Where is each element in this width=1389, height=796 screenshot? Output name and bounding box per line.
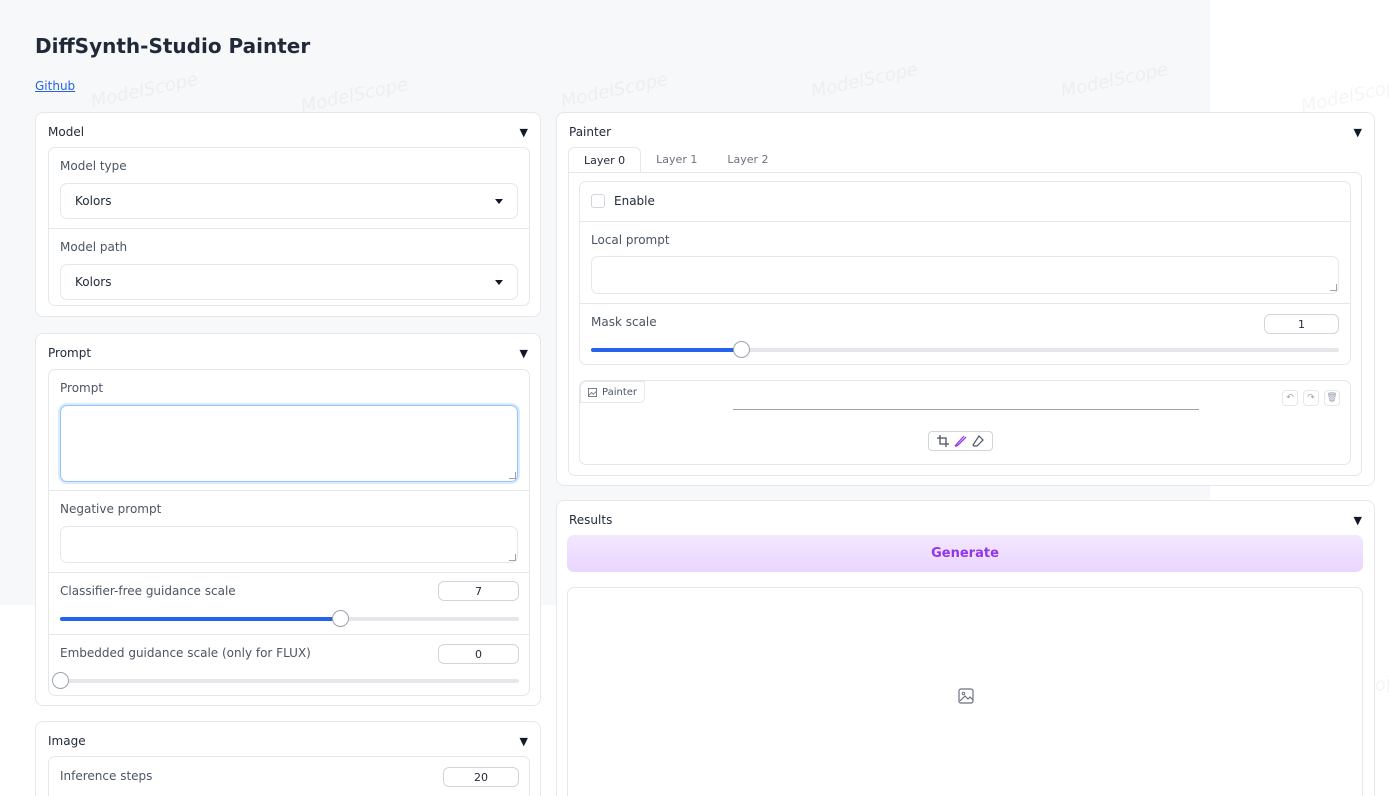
image-icon xyxy=(588,387,597,397)
model-panel-title: Model xyxy=(48,125,85,139)
mask-scale-slider-fill xyxy=(591,348,741,352)
embedded-guidance-row: Embedded guidance scale (only for FLUX) … xyxy=(49,634,529,697)
negative-prompt-row: Negative prompt xyxy=(49,490,529,572)
canvas-label: Painter xyxy=(602,386,638,398)
chevron-down-icon xyxy=(495,279,503,285)
model-group: Model type Kolors Model path Kolors xyxy=(48,147,530,306)
cfg-slider-thumb[interactable] xyxy=(331,610,349,627)
embedded-guidance-slider[interactable] xyxy=(52,672,519,689)
image-panel-title: Image xyxy=(48,734,86,748)
model-path-label: Model path xyxy=(60,240,128,254)
resize-handle-icon[interactable] xyxy=(509,554,516,561)
local-prompt-row: Local prompt xyxy=(580,221,1350,303)
model-type-dropdown[interactable]: Kolors xyxy=(60,183,518,219)
painter-panel-title: Painter xyxy=(569,125,612,139)
prompt-panel: Prompt ▼ Prompt Negative prompt Classifi… xyxy=(35,333,541,706)
layer-settings-group: Enable Local prompt Mask scale 1 xyxy=(579,181,1351,365)
negative-prompt-label: Negative prompt xyxy=(60,502,162,516)
model-panel: Model ▼ Model type Kolors Model path Kol… xyxy=(35,112,541,317)
image-icon xyxy=(958,688,974,704)
mask-scale-slider-thumb[interactable] xyxy=(732,341,750,358)
prompt-panel-header[interactable]: Prompt ▼ xyxy=(48,344,528,362)
enable-row: Enable xyxy=(580,182,1350,221)
cfg-label: Classifier-free guidance scale xyxy=(60,584,236,598)
embedded-guidance-label: Embedded guidance scale (only for FLUX) xyxy=(60,646,311,660)
tab-layer-2[interactable]: Layer 2 xyxy=(712,147,783,173)
enable-label: Enable xyxy=(614,194,655,208)
prompt-row: Prompt xyxy=(49,370,529,490)
inference-steps-number-input[interactable]: 20 xyxy=(443,767,519,787)
model-path-row: Model path Kolors xyxy=(49,228,529,307)
canvas-toolbar xyxy=(928,431,993,451)
inference-steps-label: Inference steps xyxy=(60,769,153,783)
model-path-value: Kolors xyxy=(75,275,112,289)
generate-button[interactable]: Generate xyxy=(567,535,1363,572)
tab-layer-1[interactable]: Layer 1 xyxy=(641,147,712,173)
chevron-down-icon xyxy=(495,198,503,204)
eraser-icon[interactable] xyxy=(972,435,984,447)
undo-icon[interactable]: ↶ xyxy=(1282,390,1298,406)
mask-scale-label: Mask scale xyxy=(591,315,657,329)
tab-layer-0[interactable]: Layer 0 xyxy=(568,147,642,173)
resize-handle-icon[interactable] xyxy=(509,472,516,479)
brush-icon[interactable] xyxy=(954,435,967,447)
enable-checkbox[interactable] xyxy=(591,194,605,208)
embedded-guidance-slider-thumb[interactable] xyxy=(52,672,69,689)
redo-icon[interactable]: ↷ xyxy=(1303,390,1319,406)
model-path-dropdown[interactable]: Kolors xyxy=(60,264,518,300)
model-type-row: Model type Kolors xyxy=(49,148,529,228)
result-image-output xyxy=(567,587,1363,796)
prompt-label: Prompt xyxy=(60,381,104,395)
watermark-text: ModelScope xyxy=(1299,73,1389,118)
crop-icon[interactable] xyxy=(937,435,949,447)
model-type-value: Kolors xyxy=(75,194,112,208)
painter-canvas[interactable]: Painter ↶ ↷ 🗑 xyxy=(579,380,1351,465)
resize-handle-icon[interactable] xyxy=(1330,284,1337,291)
mask-scale-row: Mask scale 1 xyxy=(580,303,1350,366)
page-title: DiffSynth-Studio Painter xyxy=(35,34,311,58)
painter-panel-header[interactable]: Painter ▼ xyxy=(569,123,1362,141)
collapse-triangle-icon[interactable]: ▼ xyxy=(520,735,528,748)
canvas-label-badge: Painter xyxy=(580,381,646,403)
cfg-row: Classifier-free guidance scale 7 xyxy=(49,572,529,634)
cfg-slider[interactable] xyxy=(60,610,519,627)
results-panel-header[interactable]: Results ▼ xyxy=(569,511,1362,529)
mask-scale-number-input[interactable]: 1 xyxy=(1264,314,1339,334)
cfg-slider-fill xyxy=(60,617,340,621)
prompt-group: Prompt Negative prompt Classifier-free g… xyxy=(48,369,530,696)
image-panel: Image ▼ Inference steps 20 xyxy=(35,721,541,796)
collapse-triangle-icon[interactable]: ▼ xyxy=(1354,514,1362,527)
local-prompt-label: Local prompt xyxy=(591,233,670,247)
github-link[interactable]: Github xyxy=(35,79,75,93)
cfg-number-input[interactable]: 7 xyxy=(438,581,519,601)
model-type-label: Model type xyxy=(60,159,127,173)
image-group: Inference steps 20 xyxy=(48,756,530,796)
results-panel-title: Results xyxy=(569,513,613,527)
mask-scale-slider[interactable] xyxy=(591,341,1339,358)
negative-prompt-textarea[interactable] xyxy=(60,526,518,563)
collapse-triangle-icon[interactable]: ▼ xyxy=(520,126,528,139)
image-panel-header[interactable]: Image ▼ xyxy=(48,732,528,750)
collapse-triangle-icon[interactable]: ▼ xyxy=(520,347,528,360)
prompt-panel-title: Prompt xyxy=(48,346,92,360)
local-prompt-textarea[interactable] xyxy=(591,256,1339,294)
embedded-guidance-number-input[interactable]: 0 xyxy=(438,644,519,664)
prompt-textarea[interactable] xyxy=(60,405,518,482)
canvas-area[interactable] xyxy=(733,409,1199,410)
collapse-triangle-icon[interactable]: ▼ xyxy=(1354,126,1362,139)
model-panel-header[interactable]: Model ▼ xyxy=(48,123,528,141)
layer-tabs: Layer 0 Layer 1 Layer 2 xyxy=(568,147,784,173)
trash-icon[interactable]: 🗑 xyxy=(1324,390,1340,406)
